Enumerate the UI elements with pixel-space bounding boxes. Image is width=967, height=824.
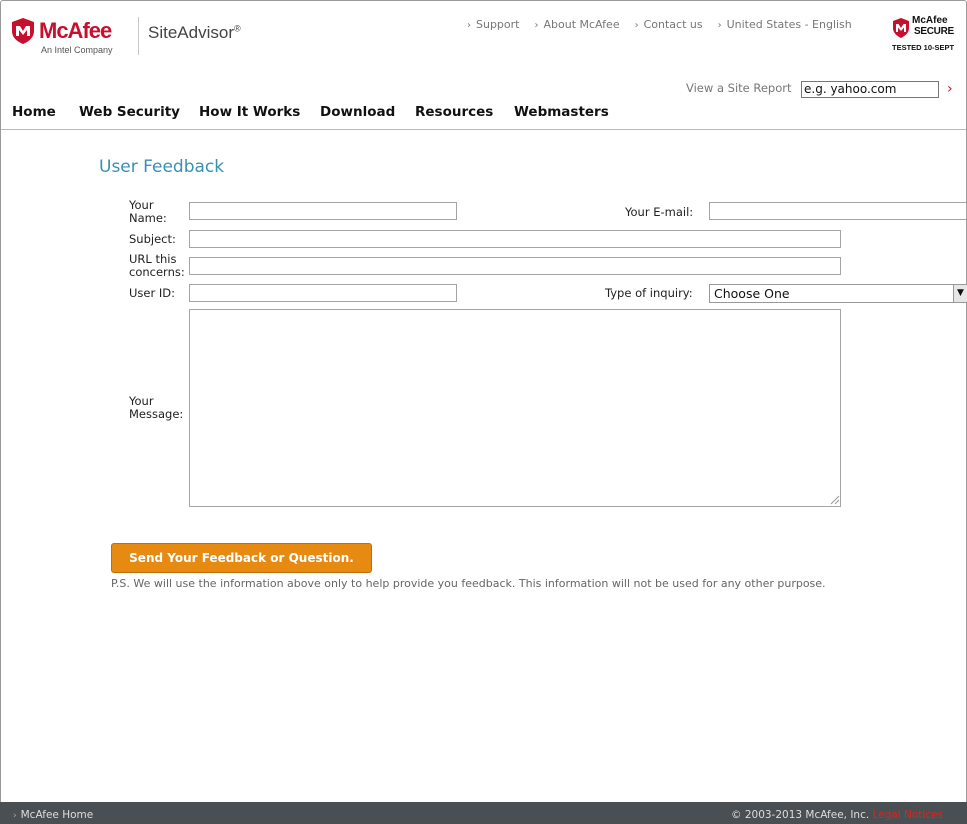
secure-brand: McAfee — [912, 15, 948, 26]
registered-mark: ® — [233, 23, 241, 34]
nav-download[interactable]: Download — [320, 104, 415, 120]
resize-grip-icon[interactable] — [830, 495, 840, 505]
site-report-input[interactable]: e.g. yahoo.com — [801, 81, 939, 98]
browser-frame: McAfee An Intel Company SiteAdvisor® › Su… — [0, 0, 967, 824]
chevron-right-icon: › — [634, 20, 639, 31]
nav-divider — [1, 129, 966, 130]
site-report-label: View a Site Report — [686, 81, 792, 95]
top-link-label: Contact us — [643, 18, 703, 31]
chevron-right-icon: › — [717, 20, 722, 31]
top-link-support[interactable]: › Support — [467, 18, 519, 31]
main-nav: Home Web Security How It Works Download … — [12, 104, 609, 120]
top-link-label: About McAfee — [543, 18, 620, 31]
nav-webmasters[interactable]: Webmasters — [514, 104, 609, 120]
name-field[interactable] — [189, 202, 457, 220]
page-title: User Feedback — [99, 157, 225, 177]
nav-how-it-works[interactable]: How It Works — [199, 104, 320, 120]
product-name[interactable]: SiteAdvisor® — [148, 23, 241, 43]
message-label: Your Message: — [129, 395, 183, 421]
url-label: URL this concerns: — [129, 253, 185, 279]
chevron-right-icon: › — [534, 20, 539, 31]
top-link-label: Support — [476, 18, 520, 31]
logo-divider — [138, 17, 139, 55]
message-label-line2: Message: — [129, 407, 184, 421]
secure-word: SECURE — [914, 26, 954, 37]
chevron-right-icon: › — [467, 20, 471, 31]
chevron-right-icon: › — [13, 811, 17, 821]
nav-resources[interactable]: Resources — [415, 104, 514, 120]
site-report-go-icon[interactable]: › — [947, 81, 953, 97]
privacy-note: P.S. We will use the information above o… — [111, 577, 826, 590]
footer-home-link[interactable]: › McAfee Home — [13, 809, 93, 821]
send-feedback-button[interactable]: Send Your Feedback or Question. — [111, 543, 372, 573]
copyright-text: © 2003-2013 McAfee, Inc. — [731, 809, 870, 821]
top-links: › Support › About McAfee › Contact us › Unit… — [467, 18, 852, 31]
product-label: SiteAdvisor — [148, 23, 234, 42]
message-textarea[interactable] — [189, 309, 841, 507]
name-label: Your Name: — [129, 199, 167, 225]
email-field[interactable] — [709, 202, 967, 220]
footer-copyright: © 2003-2013 McAfee, Inc. Legal Notices — [731, 809, 943, 821]
dropdown-arrow-icon[interactable]: ▼ — [953, 285, 967, 302]
userid-label: User ID: — [129, 286, 175, 300]
nav-home[interactable]: Home — [12, 104, 79, 120]
secure-tested-date: TESTED 10-SEPT — [892, 43, 955, 52]
nav-web-security[interactable]: Web Security — [79, 104, 199, 120]
email-label: Your E-mail: — [625, 205, 694, 219]
legal-notices-link[interactable]: Legal Notices — [873, 809, 944, 821]
mcafee-secure-badge[interactable]: McAfee SECURE TESTED 10-SEPT — [892, 16, 956, 56]
brand-subtitle: An Intel Company — [41, 45, 113, 55]
subject-label: Subject: — [129, 232, 176, 246]
inquiry-label: Type of inquiry: — [605, 286, 693, 300]
top-link-contact[interactable]: › Contact us — [635, 18, 703, 31]
top-link-about[interactable]: › About McAfee — [534, 18, 619, 31]
userid-field[interactable] — [189, 284, 457, 302]
footer-home-label: McAfee Home — [20, 809, 94, 821]
name-label-line2: Name: — [129, 211, 167, 225]
brand-name: McAfee — [39, 18, 112, 43]
url-label-line2: concerns: — [129, 265, 185, 279]
url-field[interactable] — [189, 257, 841, 275]
subject-field[interactable] — [189, 230, 841, 248]
footer: › McAfee Home © 2003-2013 McAfee, Inc. Le… — [0, 802, 967, 824]
secure-shield-icon — [893, 18, 909, 38]
inquiry-select[interactable]: Choose One — [709, 284, 967, 303]
top-link-locale[interactable]: › United States - English — [718, 18, 852, 31]
mcafee-shield-icon — [12, 18, 34, 44]
top-link-label: United States - English — [726, 18, 852, 31]
